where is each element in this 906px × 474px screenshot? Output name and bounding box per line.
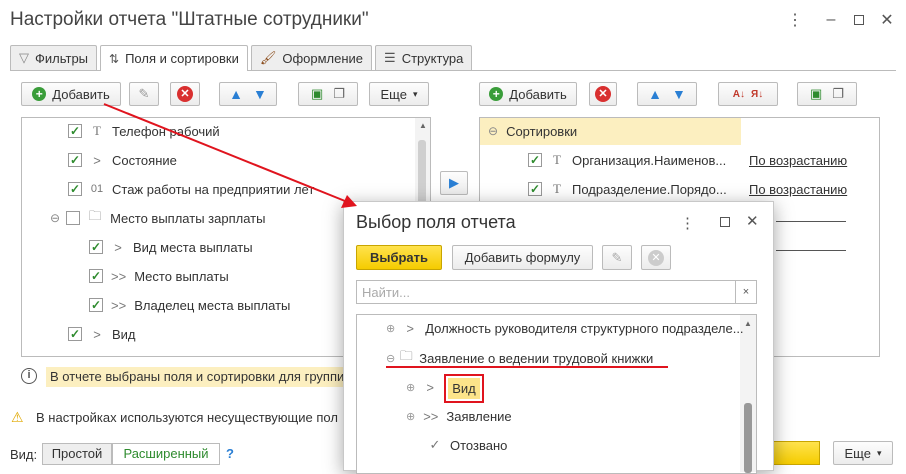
fields-sort-icon: ⇅	[109, 51, 120, 66]
tab-fields-sort[interactable]: ⇅ Поля и сортировки	[100, 45, 248, 71]
tab-label: Поля и сортировки	[125, 51, 239, 66]
